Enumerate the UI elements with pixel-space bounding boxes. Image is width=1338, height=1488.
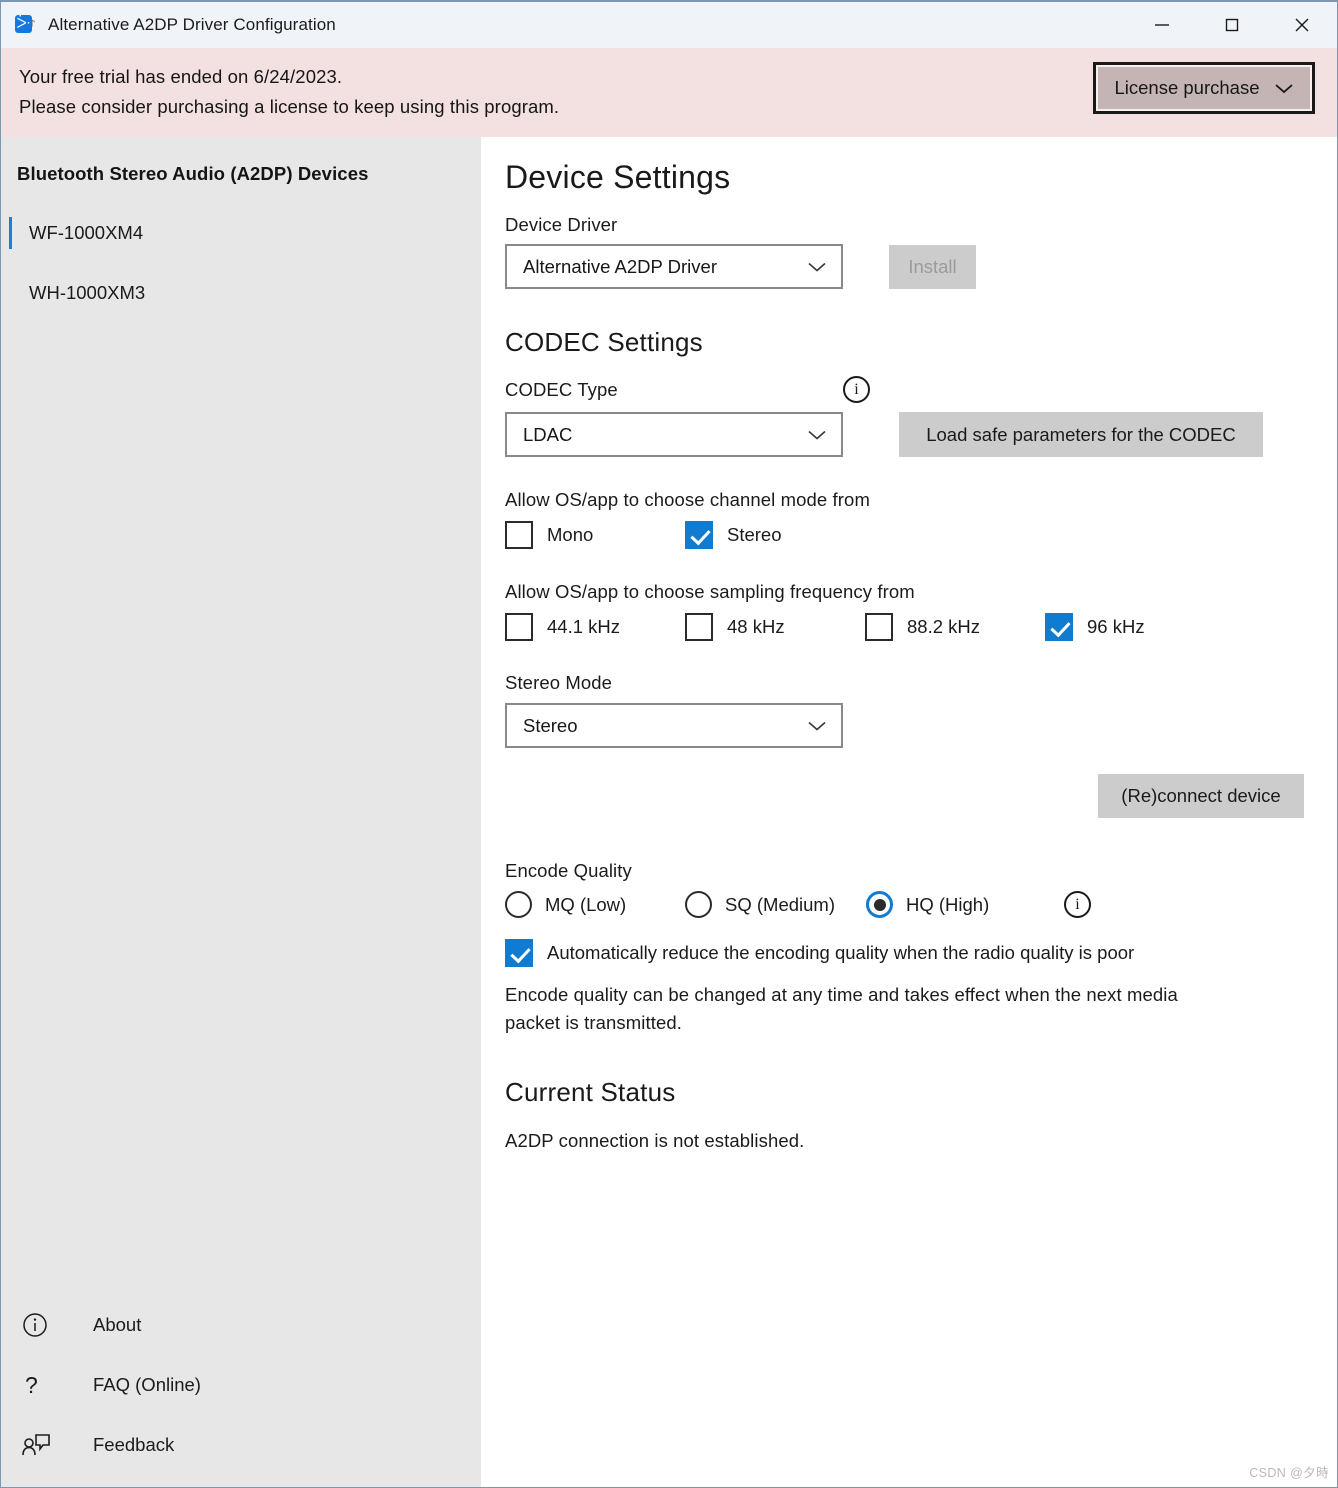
- sidebar-item-about[interactable]: About: [1, 1295, 481, 1355]
- feedback-person-icon: [21, 1431, 61, 1459]
- codec-type-label: CODEC Type: [505, 378, 618, 400]
- main-content: Device Settings Device Driver Alternativ…: [481, 137, 1337, 1487]
- codec-type-info-icon[interactable]: i: [843, 376, 870, 403]
- current-status-heading: Current Status: [505, 1077, 676, 1107]
- checkbox-box: [1045, 613, 1073, 641]
- current-status-text: A2DP connection is not established.: [505, 1130, 805, 1151]
- checkbox-box: [685, 613, 713, 641]
- radio-sq-medium[interactable]: SQ (Medium): [685, 891, 866, 918]
- checkbox-88-2-khz[interactable]: 88.2 kHz: [865, 613, 1045, 641]
- chevron-down-icon: [807, 720, 827, 732]
- checkbox-48-khz[interactable]: 48 kHz: [685, 613, 865, 641]
- radio-circle: [866, 891, 893, 918]
- checkbox-box: [865, 613, 893, 641]
- checkbox-box: [505, 939, 533, 967]
- radio-circle: [685, 891, 712, 918]
- radio-circle: [505, 891, 532, 918]
- sidebar-link-label: Feedback: [93, 1434, 175, 1455]
- sidebar: Bluetooth Stereo Audio (A2DP) Devices WF…: [1, 137, 481, 1487]
- stereo-mode-select[interactable]: Stereo: [505, 703, 843, 748]
- sidebar-item-faq[interactable]: ? FAQ (Online): [1, 1355, 481, 1415]
- checkbox-box: [505, 521, 533, 549]
- reconnect-device-label: (Re)connect device: [1121, 785, 1281, 806]
- codec-settings-heading: CODEC Settings: [505, 327, 703, 357]
- stereo-mode-label: Stereo Mode: [505, 672, 613, 693]
- selection-indicator: [9, 217, 12, 249]
- sidebar-item-feedback[interactable]: Feedback: [1, 1415, 481, 1475]
- sidebar-link-label: FAQ (Online): [93, 1374, 201, 1395]
- checkbox-label: 48 kHz: [727, 616, 785, 637]
- bluetooth-audio-icon: ᑃ ♪: [15, 15, 36, 33]
- install-label: Install: [908, 255, 957, 277]
- checkbox-label: Automatically reduce the encoding qualit…: [547, 942, 1135, 963]
- checkbox-auto-reduce-quality[interactable]: Automatically reduce the encoding qualit…: [505, 939, 1337, 967]
- checkbox-label: 96 kHz: [1087, 616, 1145, 637]
- encode-quality-note-line-1: Encode quality can be changed at any tim…: [505, 984, 1178, 1005]
- chevron-down-icon: [1274, 82, 1294, 95]
- reconnect-device-button[interactable]: (Re)connect device: [1098, 774, 1304, 818]
- radio-mq-low[interactable]: MQ (Low): [505, 891, 685, 918]
- device-label: WH-1000XM3: [29, 282, 146, 303]
- title-bar: ᑃ ♪ Alternative A2DP Driver Configuratio…: [1, 2, 1337, 48]
- sidebar-link-label: About: [93, 1314, 142, 1335]
- window-title: Alternative A2DP Driver Configuration: [48, 15, 336, 34]
- codec-type-select[interactable]: LDAC: [505, 412, 843, 457]
- checkbox-box: [505, 613, 533, 641]
- checkbox-stereo[interactable]: Stereo: [685, 521, 782, 549]
- checkbox-44-1-khz[interactable]: 44.1 kHz: [505, 613, 685, 641]
- watermark: CSDN @夕時: [1249, 1466, 1329, 1480]
- license-purchase-label: License purchase: [1114, 77, 1260, 98]
- chevron-down-icon: [807, 429, 827, 441]
- application-window: ᑃ ♪ Alternative A2DP Driver Configuratio…: [0, 0, 1338, 1488]
- checkbox-mono[interactable]: Mono: [505, 521, 685, 549]
- device-driver-value: Alternative A2DP Driver: [523, 255, 717, 277]
- sidebar-footer-links: About ? FAQ (Online) Feedback: [1, 1295, 481, 1475]
- encode-quality-label: Encode Quality: [505, 860, 632, 881]
- load-safe-parameters-button[interactable]: Load safe parameters for the CODEC: [899, 412, 1263, 457]
- question-mark-icon: ?: [25, 1371, 38, 1398]
- radio-hq-high[interactable]: HQ (High): [866, 891, 1064, 918]
- device-driver-label: Device Driver: [505, 214, 618, 235]
- radio-label: SQ (Medium): [725, 893, 835, 915]
- info-circle-icon: [21, 1311, 61, 1339]
- sidebar-item-wh-1000xm3[interactable]: WH-1000XM3: [1, 263, 481, 323]
- device-label: WF-1000XM4: [29, 222, 144, 243]
- radio-label: MQ (Low): [545, 893, 627, 915]
- trial-expired-banner: Your free trial has ended on 6/24/2023. …: [1, 48, 1337, 137]
- close-icon[interactable]: [1267, 2, 1337, 48]
- sidebar-item-wf-1000xm4[interactable]: WF-1000XM4: [1, 203, 481, 263]
- checkbox-label: Stereo: [727, 524, 782, 545]
- checkbox-box: [685, 521, 713, 549]
- page-title: Device Settings: [505, 159, 731, 195]
- device-driver-select[interactable]: Alternative A2DP Driver: [505, 244, 843, 289]
- install-button[interactable]: Install: [889, 244, 976, 289]
- body-split: Bluetooth Stereo Audio (A2DP) Devices WF…: [1, 137, 1337, 1487]
- maximize-icon[interactable]: [1197, 2, 1267, 48]
- stereo-mode-value: Stereo: [523, 714, 578, 736]
- license-purchase-button[interactable]: License purchase: [1093, 62, 1315, 114]
- checkbox-label: 44.1 kHz: [547, 616, 621, 637]
- encode-quality-info-icon[interactable]: i: [1064, 891, 1091, 918]
- device-list: WF-1000XM4 WH-1000XM3: [1, 203, 481, 323]
- load-safe-parameters-label: Load safe parameters for the CODEC: [926, 423, 1236, 445]
- sampling-frequency-label: Allow OS/app to choose sampling frequenc…: [505, 581, 915, 602]
- minimize-icon[interactable]: [1127, 2, 1197, 48]
- window-controls: [1127, 2, 1337, 48]
- checkbox-label: Mono: [547, 524, 594, 545]
- encode-quality-note-line-2: packet is transmitted.: [505, 1012, 682, 1033]
- checkbox-label: 88.2 kHz: [907, 616, 981, 637]
- codec-type-value: LDAC: [523, 423, 573, 445]
- radio-label: HQ (High): [906, 893, 990, 915]
- checkbox-96-khz[interactable]: 96 kHz: [1045, 613, 1145, 641]
- chevron-down-icon: [807, 261, 827, 273]
- sidebar-heading: Bluetooth Stereo Audio (A2DP) Devices: [17, 163, 369, 184]
- channel-mode-label: Allow OS/app to choose channel mode from: [505, 489, 870, 510]
